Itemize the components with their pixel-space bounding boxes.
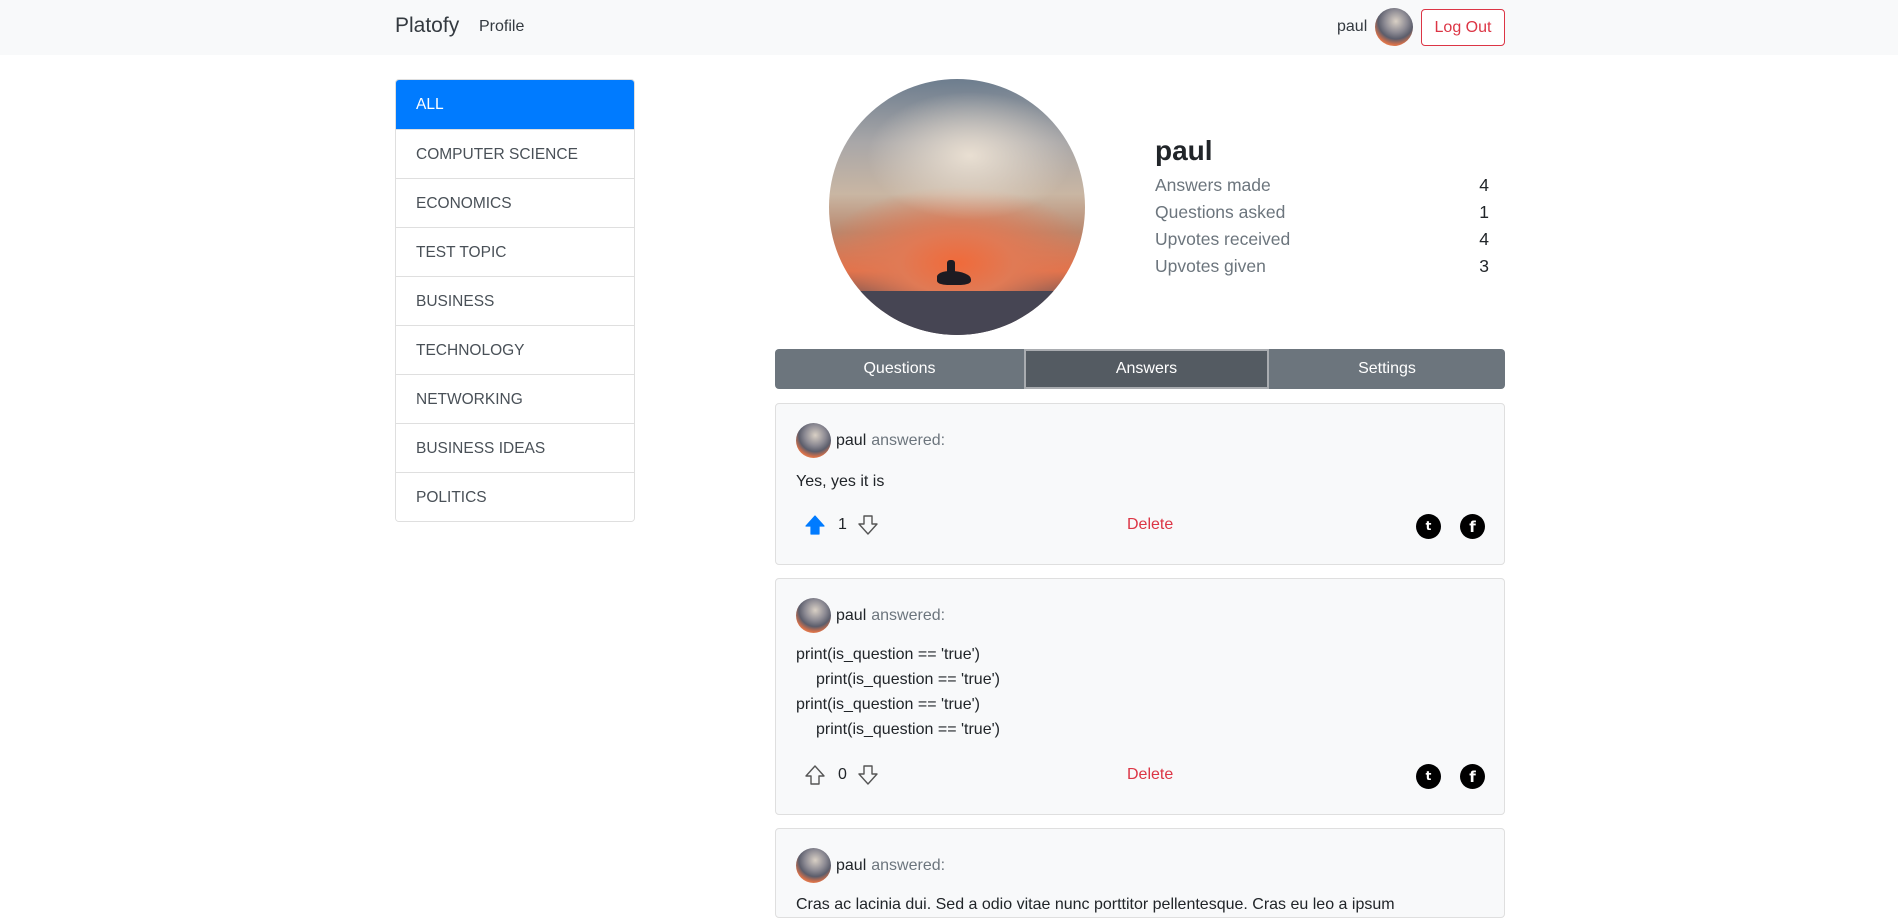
avatar[interactable] [796,423,831,458]
sidebar-item-technology[interactable]: TECHNOLOGY [396,325,634,374]
delete-answer-link[interactable]: Delete [1127,516,1173,534]
vote-controls: 0 [804,764,879,786]
vote-count: 0 [838,766,847,783]
tab-answers[interactable]: Answers [1024,349,1269,389]
navbar: Platofy Profile paul Log Out [0,0,1898,55]
nav-profile-link[interactable]: Profile [479,18,524,36]
stat-value: 3 [1479,256,1489,276]
answer-card: paul answered: Cras ac lacinia dui. Sed … [775,828,1505,918]
sidebar-item-business[interactable]: BUSINESS [396,276,634,325]
answer-text: Cras ac lacinia dui. Sed a odio vitae nu… [796,896,1395,913]
sidebar-item-computer-science[interactable]: COMPUTER SCIENCE [396,129,634,178]
avatar[interactable] [1375,8,1413,46]
answered-label: answered: [871,606,946,624]
nav-username: paul [1337,18,1368,35]
arrow-up-icon[interactable] [804,514,826,536]
answer-code-line: print(is_question == 'true') [816,671,1000,688]
logout-button[interactable]: Log Out [1421,9,1505,46]
profile-name: paul [1155,135,1213,166]
answer-card: paul answered: print(is_question == 'tru… [775,578,1505,815]
avatar[interactable] [796,848,831,883]
twitter-icon[interactable]: t [1416,514,1441,539]
vote-controls: 1 [804,514,879,536]
answer-username[interactable]: paul [836,607,866,625]
answer-body: print(is_question == 'true') print(is_qu… [796,642,1000,742]
sidebar-item-all[interactable]: ALL [396,80,634,129]
avatar[interactable] [796,598,831,633]
answer-code-line: print(is_question == 'true') [816,721,1000,738]
stat-upvotes-given: Upvotes given 3 [1155,256,1489,283]
stat-answers-made: Answers made 4 [1155,175,1489,202]
sidebar-item-test-topic[interactable]: TEST TOPIC [396,227,634,276]
facebook-icon[interactable]: f [1460,764,1485,789]
answered-label: answered: [871,431,946,449]
profile-picture [829,79,1085,335]
sidebar-item-politics[interactable]: POLITICS [396,472,634,521]
stat-label: Questions asked [1155,202,1286,222]
facebook-icon[interactable]: f [1460,514,1485,539]
tab-questions[interactable]: Questions [775,349,1024,389]
answered-label: answered: [871,856,946,874]
stat-label: Upvotes received [1155,229,1291,249]
answer-code-line: print(is_question == 'true') [796,646,980,663]
sidebar-item-networking[interactable]: NETWORKING [396,374,634,423]
stat-value: 4 [1479,229,1489,249]
twitter-icon[interactable]: t [1416,764,1441,789]
answer-author: paul answered: [796,598,945,633]
answer-code-line: print(is_question == 'true') [796,696,980,713]
answer-author: paul answered: [796,848,945,883]
answer-username[interactable]: paul [836,432,866,450]
arrow-down-icon[interactable] [857,764,879,786]
arrow-down-icon[interactable] [857,514,879,536]
stat-label: Answers made [1155,175,1271,195]
sidebar-item-economics[interactable]: ECONOMICS [396,178,634,227]
answer-author: paul answered: [796,423,945,458]
vote-count: 1 [838,516,847,533]
sidebar-item-business-ideas[interactable]: BUSINESS IDEAS [396,423,634,472]
answer-username[interactable]: paul [836,857,866,875]
answer-body: Yes, yes it is [796,469,884,494]
brand-link[interactable]: Platofy [395,14,459,38]
answer-body: Cras ac lacinia dui. Sed a odio vitae nu… [796,892,1395,917]
arrow-up-icon[interactable] [804,764,826,786]
profile-picture-ground [829,291,1085,335]
answer-card: paul answered: Yes, yes it is 1 Delete t… [775,403,1505,565]
stat-upvotes-received: Upvotes received 4 [1155,229,1489,256]
profile-stats: Answers made 4 Questions asked 1 Upvotes… [1155,175,1489,283]
stat-value: 4 [1479,175,1489,195]
tab-settings[interactable]: Settings [1269,349,1505,389]
topic-sidebar: ALL COMPUTER SCIENCE ECONOMICS TEST TOPI… [395,79,635,522]
stat-label: Upvotes given [1155,256,1266,276]
answer-text: Yes, yes it is [796,473,885,490]
profile-picture-rider [937,271,971,285]
stat-questions-asked: Questions asked 1 [1155,202,1489,229]
profile-tabs: Questions Answers Settings [775,349,1505,389]
delete-answer-link[interactable]: Delete [1127,766,1173,784]
stat-value: 1 [1479,202,1489,222]
